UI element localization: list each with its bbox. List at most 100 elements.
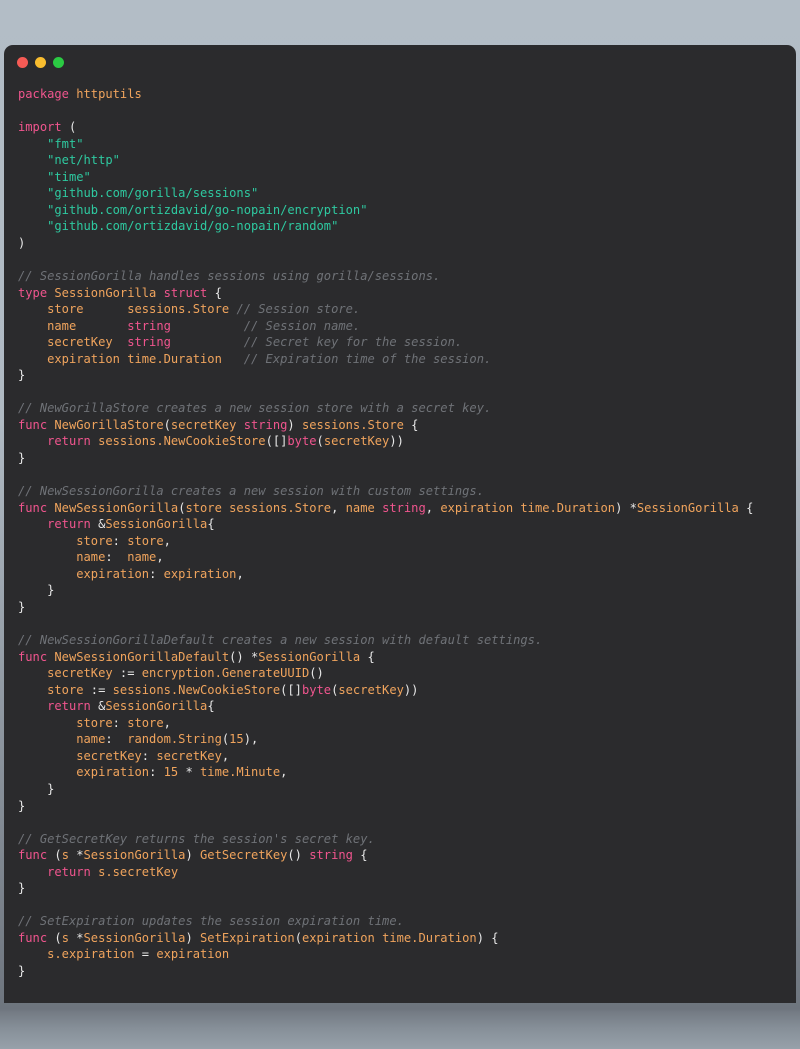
code-token: name — [47, 318, 77, 333]
code-token: func — [18, 417, 48, 432]
code-token: : — [105, 732, 128, 747]
code-line: // NewGorillaStore creates a new session… — [18, 400, 796, 417]
code-line: return &SessionGorilla{ — [18, 516, 796, 533]
code-token: string — [127, 318, 171, 333]
code-token: SessionGorilla — [105, 517, 208, 532]
code-line: store: store, — [18, 715, 796, 732]
code-token: ([] — [280, 682, 302, 697]
code-token: return — [47, 517, 91, 532]
code-token: } — [18, 599, 26, 614]
code-token: store — [76, 533, 113, 548]
code-line: store sessions.Store // Session store. — [18, 301, 796, 318]
code-token: expiration — [163, 566, 237, 581]
code-line: } — [18, 781, 796, 798]
code-token: ( — [47, 930, 62, 945]
window-titlebar[interactable] — [4, 45, 796, 79]
code-token: () — [309, 666, 324, 681]
code-token: expiration — [76, 566, 150, 581]
code-token: , — [425, 500, 441, 515]
code-token: string — [243, 417, 288, 432]
code-token: name — [345, 500, 375, 515]
code-token: expiration — [76, 765, 150, 780]
close-button[interactable] — [17, 56, 28, 68]
code-token: // NewGorillaStore creates a new session… — [18, 401, 492, 416]
code-token: // NewSessionGorilla creates a new sessi… — [18, 484, 484, 499]
code-token: return — [47, 864, 91, 879]
code-line: type SessionGorilla struct { — [18, 285, 796, 302]
code-token: byte — [301, 682, 332, 697]
code-token: NewGorillaStore — [54, 417, 164, 432]
code-token: secretKey — [323, 434, 390, 449]
code-token: SetExpiration — [200, 930, 295, 945]
code-token: "net/http" — [47, 153, 120, 168]
code-token: , — [163, 533, 171, 548]
code-line: return s.secretKey — [18, 864, 796, 881]
code-line: "fmt" — [18, 136, 796, 153]
code-line: // NewSessionGorillaDefault creates a ne… — [18, 632, 796, 649]
code-token: 15 — [163, 765, 179, 780]
code-token: return — [47, 699, 91, 714]
code-token: name — [76, 732, 106, 747]
code-token: SessionGorilla — [83, 930, 186, 945]
code-token: sessions.NewCookieStore — [112, 682, 281, 697]
code-token: * — [178, 765, 201, 780]
code-token: s.secretKey — [98, 864, 179, 879]
code-token: ( — [47, 848, 62, 863]
code-token: s — [61, 930, 69, 945]
code-line: "net/http" — [18, 152, 796, 169]
code-token: SessionGorilla — [258, 649, 361, 664]
code-token: secretKey — [170, 417, 237, 432]
code-line: "time" — [18, 169, 796, 186]
code-token: httputils — [76, 87, 142, 101]
code-token: } — [18, 963, 26, 978]
code-token: // SetExpiration updates the session exp… — [18, 914, 404, 929]
code-token: ) — [185, 930, 201, 945]
code-token: } — [18, 451, 26, 466]
code-line: // SessionGorilla handles sessions using… — [18, 268, 796, 285]
code-token: , — [280, 765, 288, 780]
maximize-button[interactable] — [53, 56, 64, 68]
code-token: ) — [287, 417, 302, 432]
code-token: ) — [185, 848, 201, 863]
code-token: : — [105, 550, 128, 565]
code-line: "github.com/ortizdavid/go-nopain/encrypt… — [18, 202, 796, 219]
code-line: secretKey string // Secret key for the s… — [18, 334, 796, 351]
code-token: store — [76, 715, 113, 730]
code-token: ), — [243, 732, 259, 747]
code-token: } — [18, 368, 26, 383]
code-token: } — [18, 781, 55, 796]
code-token: type — [18, 285, 48, 300]
minimize-button[interactable] — [35, 56, 46, 68]
code-content[interactable]: package httputils import ( "fmt" "net/ht… — [4, 79, 796, 980]
code-token: // Expiration time of the session. — [243, 351, 492, 366]
code-token: , — [331, 500, 346, 515]
code-token: expiration — [156, 947, 230, 962]
code-token: package — [18, 87, 69, 101]
code-line: secretKey: secretKey, — [18, 748, 796, 765]
code-token: // SessionGorilla handles sessions using… — [18, 269, 441, 284]
code-token: name — [76, 550, 106, 565]
code-token: { — [352, 848, 368, 863]
code-token: s.expiration — [47, 947, 135, 962]
code-token: } — [18, 798, 26, 813]
code-token: // NewSessionGorillaDefault creates a ne… — [18, 633, 543, 648]
code-line: store := sessions.NewCookieStore([]byte(… — [18, 682, 796, 699]
code-line: import ( — [18, 119, 796, 136]
code-token: encryption.GenerateUUID — [141, 666, 310, 681]
code-token: func — [18, 649, 48, 664]
